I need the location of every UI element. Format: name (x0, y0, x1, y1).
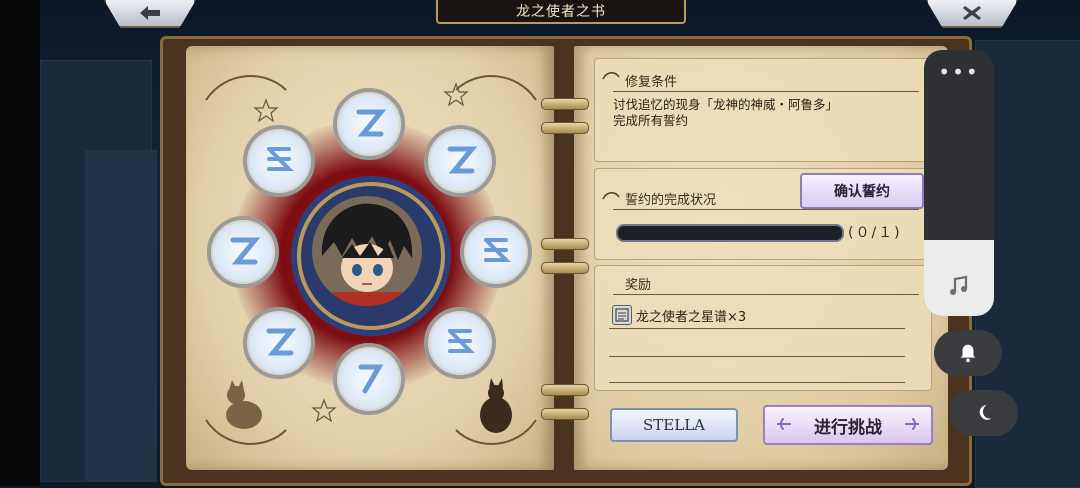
divider (609, 356, 905, 357)
ornament-icon (905, 418, 919, 430)
oath-progress-text: (０/１) (848, 225, 902, 241)
confirm-oath-button[interactable]: 确认誓约 (800, 173, 924, 209)
notification-button[interactable] (934, 330, 1002, 376)
conditions-title: 修复条件 (625, 75, 678, 90)
stella-emblem-icon (266, 328, 297, 356)
building (85, 150, 157, 482)
hero-face (312, 196, 422, 306)
stella-emblem-icon (358, 364, 384, 394)
divider (613, 209, 919, 210)
volume-panel[interactable]: ••• (924, 50, 994, 316)
page-title: 龙之使者之书 (436, 0, 686, 24)
stella-badge-3[interactable] (460, 216, 532, 288)
stella-badge-4[interactable] (424, 307, 496, 379)
stella-badge-5[interactable] (333, 343, 405, 415)
divider (609, 382, 905, 383)
swirl-ornament (602, 72, 620, 80)
screen-edge (0, 0, 40, 486)
divider (613, 91, 919, 92)
stella-emblem-icon (484, 238, 511, 262)
close-icon (963, 6, 981, 20)
divider (613, 294, 919, 295)
stella-button[interactable]: STELLA (610, 408, 738, 442)
conditions-line1: 讨伐追忆的现身「龙神的神威・阿鲁多」 (613, 97, 839, 112)
star-score-item-icon (612, 305, 632, 325)
stella-badge-7[interactable] (207, 216, 279, 288)
binder-ring (541, 98, 589, 110)
conditions-panel: 修复条件 讨伐追忆的现身「龙神的神威・阿鲁多」 完成所有誓约 (594, 58, 932, 162)
more-options-button[interactable]: ••• (924, 60, 994, 84)
stella-badge-2[interactable] (424, 125, 496, 197)
reward-title: 奖励 (625, 278, 652, 293)
stella-emblem-icon (230, 237, 261, 265)
reward-panel: 奖励 (594, 265, 932, 391)
dark-mode-button[interactable] (950, 390, 1018, 436)
swirl-ornament (602, 192, 620, 200)
music-note-icon (950, 275, 968, 295)
ornament-icon (777, 418, 791, 430)
divider (609, 328, 905, 329)
oath-title: 誓约的完成状况 (625, 193, 717, 208)
conditions-line2: 完成所有誓约 (613, 113, 689, 128)
stella-emblem-icon (447, 146, 478, 174)
stella-emblem-icon (267, 147, 294, 171)
binder-ring (541, 238, 589, 250)
stella-emblem-icon (356, 109, 387, 137)
stella-badge-8[interactable] (243, 125, 315, 197)
stella-badge-6[interactable] (243, 307, 315, 379)
binder-ring (541, 384, 589, 396)
oath-progress-bar (616, 224, 844, 242)
hero-portrait[interactable] (312, 196, 422, 306)
cat-silhouette (226, 380, 262, 429)
binder-ring (541, 262, 589, 274)
bell-icon (960, 344, 976, 363)
binder-ring (541, 122, 589, 134)
moon-icon (979, 404, 992, 420)
challenge-button[interactable]: 进行挑战 (763, 405, 933, 445)
stella-badge-1[interactable] (333, 88, 405, 160)
challenge-label: 进行挑战 (814, 417, 882, 438)
back-arrow-icon (140, 6, 160, 20)
reward-item: 龙之使者之星谱×3 (636, 310, 747, 325)
binder-ring (541, 408, 589, 420)
stella-emblem-icon (448, 329, 475, 353)
